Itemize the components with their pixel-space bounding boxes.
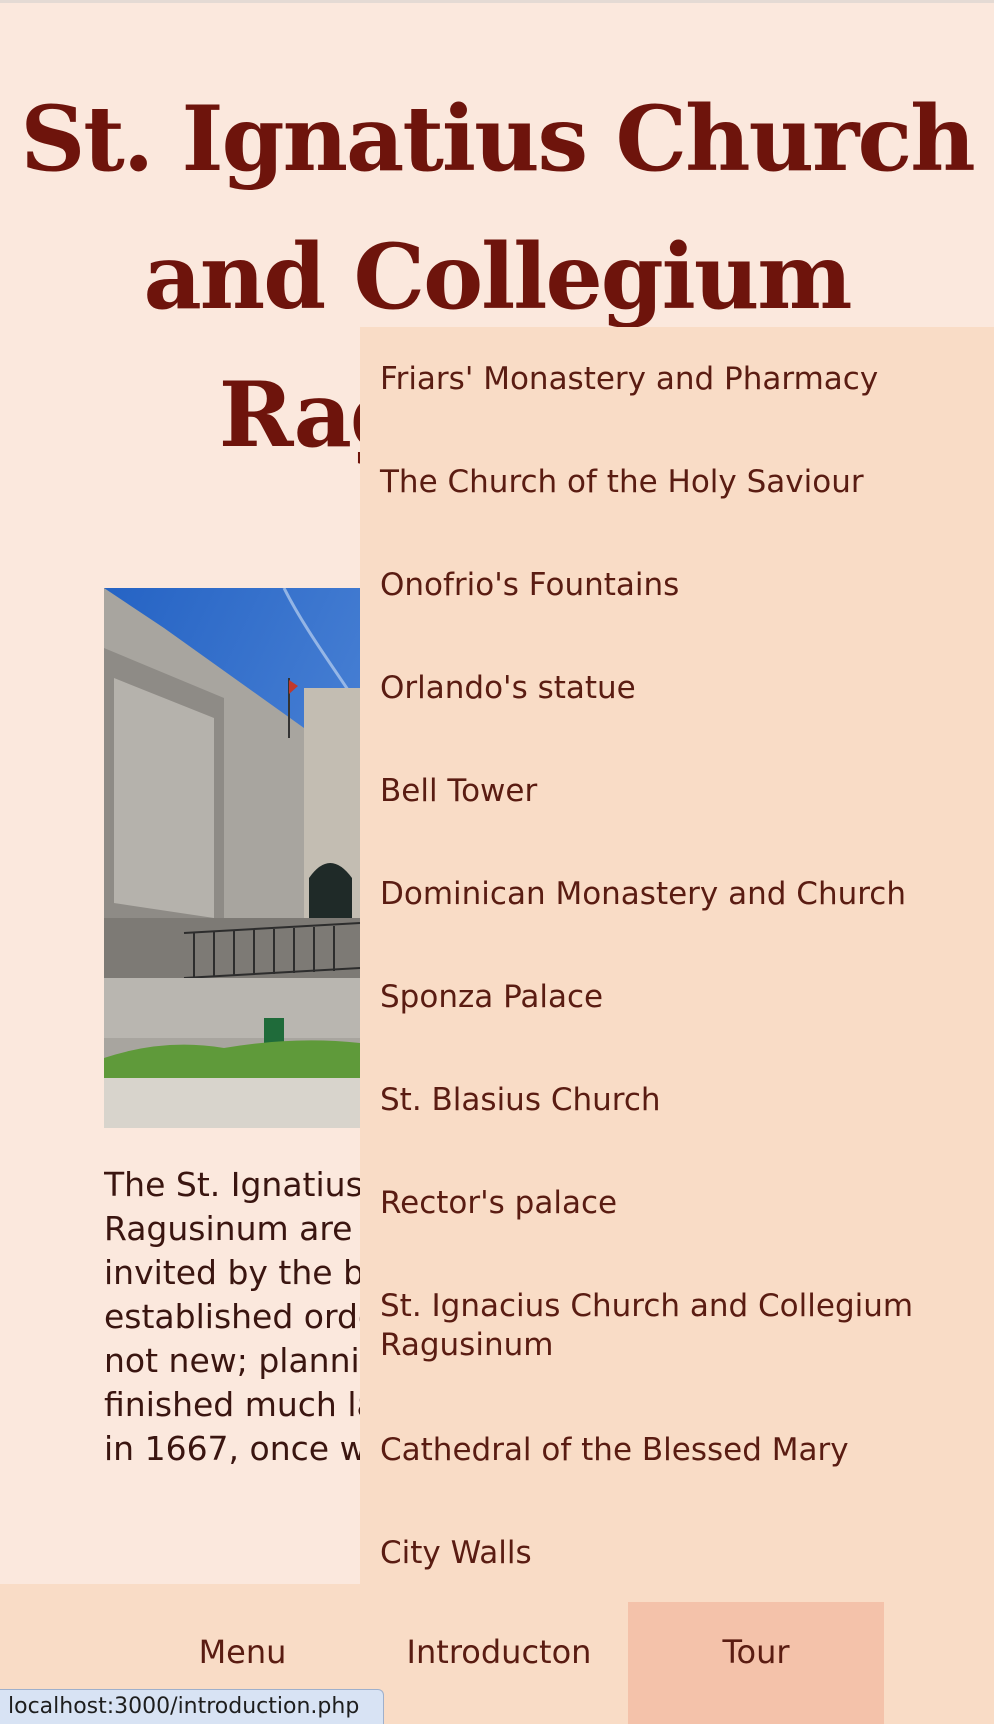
dropdown-item[interactable]: St. Blasius Church [380, 1081, 980, 1120]
dropdown-item[interactable]: Onofrio's Fountains [380, 566, 980, 605]
dropdown-item[interactable]: The Church of the Holy Saviour [380, 463, 980, 502]
nav-introduction[interactable]: Introducton [370, 1602, 628, 1724]
dropdown-item[interactable]: Friars' Monastery and Pharmacy [380, 360, 980, 399]
top-border [0, 0, 994, 3]
dropdown-item[interactable]: St. Ignacius Church and Collegium Ragusi… [380, 1287, 980, 1365]
dropdown-item[interactable]: Sponza Palace [380, 978, 980, 1017]
dropdown-item[interactable]: Dominican Monastery and Church [380, 875, 980, 914]
tour-dropdown-menu: Friars' Monastery and Pharmacy The Churc… [360, 327, 994, 1584]
church-photo [104, 588, 360, 1128]
dropdown-item[interactable]: Bell Tower [380, 772, 980, 811]
status-bar-url: localhost:3000/introduction.php [0, 1689, 384, 1724]
dropdown-item[interactable]: Cathedral of the Blessed Mary [380, 1431, 980, 1470]
dropdown-item[interactable]: City Walls [380, 1534, 980, 1573]
nav-tour[interactable]: Tour [628, 1602, 884, 1724]
dropdown-item[interactable]: Rector's palace [380, 1184, 980, 1223]
dropdown-item[interactable]: Orlando's statue [380, 669, 980, 708]
